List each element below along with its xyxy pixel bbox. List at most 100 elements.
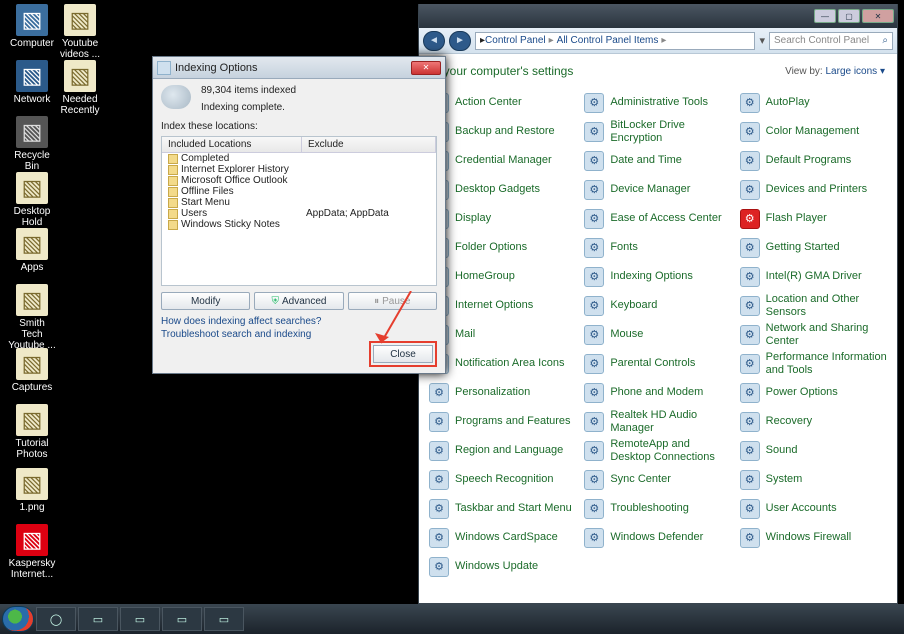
cp-item-icon: ⚙	[584, 93, 604, 113]
cp-item-autoplay[interactable]: ⚙AutoPlay	[736, 88, 891, 117]
desktop[interactable]: ▧Computer▧Youtube videos ...▧Network▧Nee…	[0, 0, 904, 634]
taskbar-app-1[interactable]: ▭	[120, 607, 160, 631]
view-by-dropdown[interactable]: Large icons ▾	[825, 66, 885, 77]
cp-item-remoteapp-and-desktop-connections[interactable]: ⚙RemoteApp and Desktop Connections	[580, 436, 735, 465]
pause-icon: ⏸	[374, 296, 379, 307]
locations-list[interactable]: Included Locations Exclude CompletedInte…	[161, 136, 437, 286]
cp-item-bitlocker-drive-encryption[interactable]: ⚙BitLocker Drive Encryption	[580, 117, 735, 146]
cp-item-programs-and-features[interactable]: ⚙Programs and Features	[425, 407, 580, 436]
cp-item-power-options[interactable]: ⚙Power Options	[736, 378, 891, 407]
cp-item-windows-update[interactable]: ⚙Windows Update	[425, 552, 580, 581]
desktop-icon-smith-tech-youtube-[interactable]: ▧Smith Tech Youtube ...	[8, 284, 56, 351]
address-bar[interactable]: ▸ Control Panel ▸ All Control Panel Item…	[475, 32, 755, 50]
cp-item-indexing-options[interactable]: ⚙Indexing Options	[580, 262, 735, 291]
taskbar-chrome[interactable]: ◯	[36, 607, 76, 631]
cp-item-fonts[interactable]: ⚙Fonts	[580, 233, 735, 262]
cp-item-color-management[interactable]: ⚙Color Management	[736, 117, 891, 146]
cp-item-location-and-other-sensors[interactable]: ⚙Location and Other Sensors	[736, 291, 891, 320]
desktop-icon-tutorial-photos[interactable]: ▧Tutorial Photos	[8, 404, 56, 460]
cp-item-folder-options[interactable]: ⚙Folder Options	[425, 233, 580, 262]
taskbar-app-3[interactable]: ▭	[204, 607, 244, 631]
cp-item-display[interactable]: ⚙Display	[425, 204, 580, 233]
cp-item-devices-and-printers[interactable]: ⚙Devices and Printers	[736, 175, 891, 204]
cp-item-icon: ⚙	[740, 499, 760, 519]
cp-item-performance-information-and-tools[interactable]: ⚙Performance Information and Tools	[736, 349, 891, 378]
location-row[interactable]: UsersAppData; AppData	[162, 208, 436, 219]
desktop-icon-computer[interactable]: ▧Computer	[8, 4, 56, 49]
start-button[interactable]	[2, 606, 34, 632]
cp-item-date-and-time[interactable]: ⚙Date and Time	[580, 146, 735, 175]
location-row[interactable]: Offline Files	[162, 186, 436, 197]
desktop-icon-network[interactable]: ▧Network	[8, 60, 56, 105]
cp-item-user-accounts[interactable]: ⚙User Accounts	[736, 494, 891, 523]
back-button[interactable]: ◄	[423, 31, 445, 51]
cp-item-backup-and-restore[interactable]: ⚙Backup and Restore	[425, 117, 580, 146]
desktop-icon-needed-recently[interactable]: ▧Needed Recently	[56, 60, 104, 116]
dialog-close-x[interactable]: ✕	[411, 61, 441, 75]
location-row[interactable]: Start Menu	[162, 197, 436, 208]
maximize-button[interactable]: ▢	[838, 9, 860, 23]
cp-item-administrative-tools[interactable]: ⚙Administrative Tools	[580, 88, 735, 117]
cp-item-taskbar-and-start-menu[interactable]: ⚙Taskbar and Start Menu	[425, 494, 580, 523]
cp-item-speech-recognition[interactable]: ⚙Speech Recognition	[425, 465, 580, 494]
taskbar-explorer[interactable]: ▭	[78, 607, 118, 631]
cp-item-icon: ⚙	[740, 441, 760, 461]
cp-item-homegroup[interactable]: ⚙HomeGroup	[425, 262, 580, 291]
minimize-button[interactable]: —	[814, 9, 836, 23]
cp-item-sync-center[interactable]: ⚙Sync Center	[580, 465, 735, 494]
desktop-icon-apps[interactable]: ▧Apps	[8, 228, 56, 273]
breadcrumb-control-panel[interactable]: Control Panel	[485, 35, 546, 46]
cp-item-device-manager[interactable]: ⚙Device Manager	[580, 175, 735, 204]
cp-item-mouse[interactable]: ⚙Mouse	[580, 320, 735, 349]
cp-item-recovery[interactable]: ⚙Recovery	[736, 407, 891, 436]
cp-item-default-programs[interactable]: ⚙Default Programs	[736, 146, 891, 175]
breadcrumb-all-items[interactable]: All Control Panel Items	[557, 35, 659, 46]
taskbar-app-2[interactable]: ▭	[162, 607, 202, 631]
cp-item-icon: ⚙	[740, 238, 760, 258]
cp-item-realtek-hd-audio-manager[interactable]: ⚙Realtek HD Audio Manager	[580, 407, 735, 436]
modify-button[interactable]: Modify	[161, 292, 250, 310]
advanced-button[interactable]: ⛨Advanced	[254, 292, 343, 310]
location-row[interactable]: Windows Sticky Notes	[162, 219, 436, 230]
cp-item-system[interactable]: ⚙System	[736, 465, 891, 494]
desktop-icon-recycle-bin[interactable]: ▧Recycle Bin	[8, 116, 56, 172]
location-row[interactable]: Internet Explorer History	[162, 164, 436, 175]
cp-item-ease-of-access-center[interactable]: ⚙Ease of Access Center	[580, 204, 735, 233]
cp-item-desktop-gadgets[interactable]: ⚙Desktop Gadgets	[425, 175, 580, 204]
cp-item-icon: ⚙	[429, 470, 449, 490]
cp-item-sound[interactable]: ⚙Sound	[736, 436, 891, 465]
forward-button[interactable]: ►	[449, 31, 471, 51]
cp-item-flash-player[interactable]: ⚙Flash Player	[736, 204, 891, 233]
cp-item-phone-and-modem[interactable]: ⚙Phone and Modem	[580, 378, 735, 407]
close-window-button[interactable]: ✕	[862, 9, 894, 23]
cp-item-keyboard[interactable]: ⚙Keyboard	[580, 291, 735, 320]
desktop-icon-1-png[interactable]: ▧1.png	[8, 468, 56, 513]
cp-item-windows-cardspace[interactable]: ⚙Windows CardSpace	[425, 523, 580, 552]
cp-item-internet-options[interactable]: ⚙Internet Options	[425, 291, 580, 320]
cp-item-network-and-sharing-center[interactable]: ⚙Network and Sharing Center	[736, 320, 891, 349]
link-troubleshoot[interactable]: Troubleshoot search and indexing	[161, 329, 437, 340]
cp-item-parental-controls[interactable]: ⚙Parental Controls	[580, 349, 735, 378]
taskbar[interactable]: ◯ ▭ ▭ ▭ ▭	[0, 604, 904, 634]
cp-item-region-and-language[interactable]: ⚙Region and Language	[425, 436, 580, 465]
cp-item-personalization[interactable]: ⚙Personalization	[425, 378, 580, 407]
desktop-icon-youtube-videos-[interactable]: ▧Youtube videos ...	[56, 4, 104, 60]
cp-item-troubleshooting[interactable]: ⚙Troubleshooting	[580, 494, 735, 523]
cp-item-getting-started[interactable]: ⚙Getting Started	[736, 233, 891, 262]
dialog-titlebar[interactable]: Indexing Options ✕	[153, 57, 445, 79]
cp-item-notification-area-icons[interactable]: ⚙Notification Area Icons	[425, 349, 580, 378]
cp-item-intel-r-gma-driver[interactable]: ⚙Intel(R) GMA Driver	[736, 262, 891, 291]
desktop-icon-kaspersky-internet-[interactable]: ▧Kaspersky Internet...	[8, 524, 56, 580]
cp-item-windows-defender[interactable]: ⚙Windows Defender	[580, 523, 735, 552]
cp-item-action-center[interactable]: ⚙Action Center	[425, 88, 580, 117]
cp-item-credential-manager[interactable]: ⚙Credential Manager	[425, 146, 580, 175]
desktop-icon-desktop-hold[interactable]: ▧Desktop Hold	[8, 172, 56, 228]
locations-header: Included Locations Exclude	[162, 137, 436, 153]
location-row[interactable]: Microsoft Office Outlook	[162, 175, 436, 186]
location-row[interactable]: Completed	[162, 153, 436, 164]
desktop-icon-captures[interactable]: ▧Captures	[8, 348, 56, 393]
search-input[interactable]: Search Control Panel ⌕	[769, 32, 893, 50]
cp-item-mail[interactable]: ⚙Mail	[425, 320, 580, 349]
cp-item-windows-firewall[interactable]: ⚙Windows Firewall	[736, 523, 891, 552]
link-how-indexing[interactable]: How does indexing affect searches?	[161, 316, 437, 327]
